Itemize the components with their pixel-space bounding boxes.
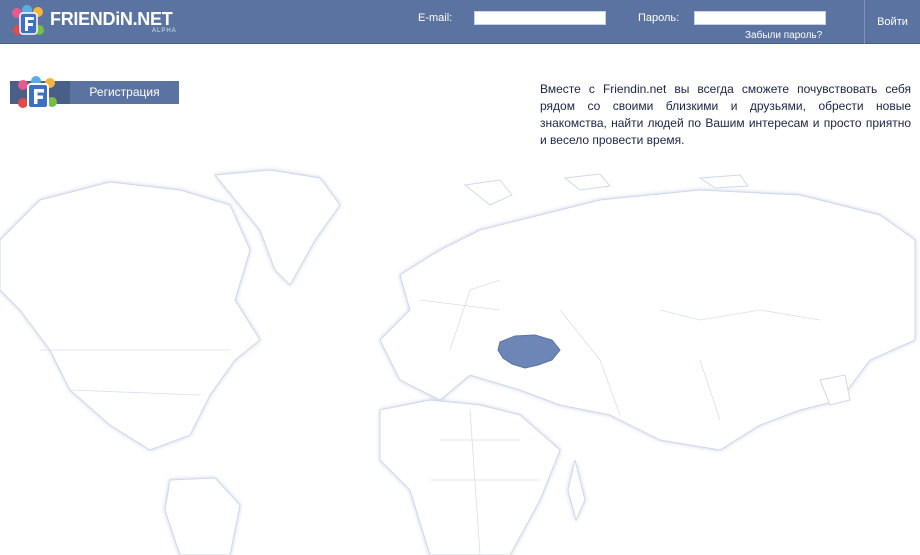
friendin-logo-icon (12, 5, 44, 35)
intro-text: Вместе с Friendin.net вы всегда сможете … (540, 82, 911, 147)
password-field[interactable] (694, 11, 826, 25)
friendin-badge-icon (18, 76, 57, 109)
forgot-password-link[interactable]: Забыли пароль? (745, 30, 822, 41)
top-bar: FRIENDiN.NET ALPHA E-mail: Пароль: Забыл… (0, 0, 920, 44)
logo-alpha-label: ALPHA (152, 28, 177, 34)
registration-button[interactable]: Регистрация (70, 81, 179, 104)
site-logo[interactable]: FRIENDiN.NET ALPHA (10, 4, 180, 40)
world-map (0, 169, 916, 555)
map-land (0, 169, 916, 555)
email-field[interactable] (474, 11, 606, 25)
login-button[interactable]: Войти (865, 0, 920, 44)
password-label: Пароль: (638, 12, 680, 24)
logo-text: FRIENDiN.NET (50, 9, 173, 29)
email-label: E-mail: (418, 12, 453, 24)
